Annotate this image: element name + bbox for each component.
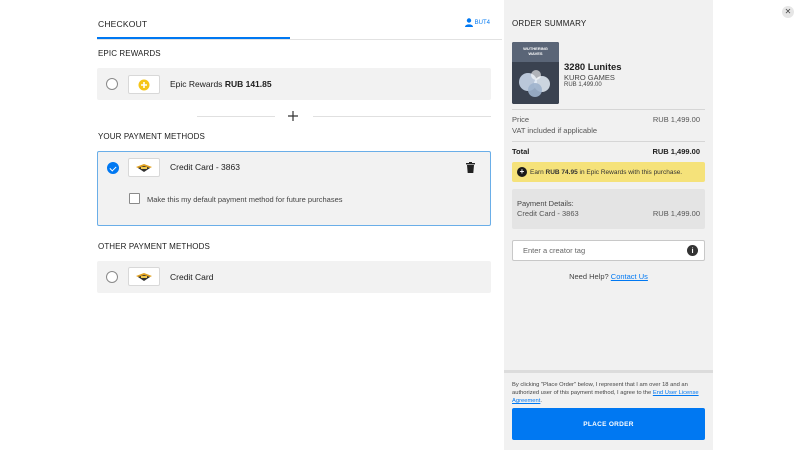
payment-details-row: Credit Card - 3863 RUB 1,499.00 [517,209,700,218]
credit-card-icon [136,272,152,281]
order-summary-panel: ORDER SUMMARY WUTHERING WAVES 3280 Lunit… [504,0,713,450]
default-method-label: Make this my default payment method for … [147,195,343,204]
product-thumbnail: WUTHERING WAVES [512,42,559,104]
help-text: Need Help? [569,272,609,281]
total-value: RUB 1,499.00 [652,147,700,156]
payment-details-label: Payment Details: [517,199,574,208]
product-vendor: KURO GAMES [564,73,615,82]
info-icon[interactable]: i [687,245,698,256]
user-icon [464,18,473,27]
credit-card-icon [136,163,152,172]
divider-line-left [197,116,275,117]
price-value: RUB 1,499.00 [652,115,700,124]
other-methods-section-label: OTHER PAYMENT METHODS [98,242,210,251]
earn-amount: RUB 74.95 [545,168,578,176]
product-price: RUB 1,499.00 [564,82,602,88]
vat-note: VAT included if applicable [512,126,598,135]
summary-divider [512,141,705,142]
epic-rewards-amount: RUB 141.85 [224,79,272,89]
checkout-header: CHECKOUT BUT4 [97,14,502,40]
help-line: Need Help? Contact Us [504,272,713,281]
summary-divider [512,109,705,110]
other-card-radio[interactable] [106,271,118,283]
your-methods-section-label: YOUR PAYMENT METHODS [98,132,205,141]
trash-icon[interactable] [466,162,475,173]
earn-rewards-banner: + Earn RUB 74.95 in Epic Rewards with th… [512,162,705,182]
payment-details-amount: RUB 1,499.00 [652,209,700,218]
total-label: Total [512,147,530,156]
product-name: 3280 Lunites [564,62,622,73]
user-badge[interactable]: BUT4 [464,18,490,27]
checkout-tab-indicator [97,37,290,39]
plus-icon [288,111,298,121]
default-method-checkbox[interactable] [129,193,140,204]
other-card-logo [128,267,160,286]
epic-rewards-label: Epic Rewards [170,79,223,89]
epic-rewards-radio[interactable] [106,78,118,90]
place-order-area: By clicking "Place Order" below, I repre… [504,370,713,450]
checkout-title: CHECKOUT [98,19,148,29]
creator-tag-input[interactable] [512,240,705,261]
contact-us-link[interactable]: Contact Us [611,272,648,281]
close-icon[interactable]: ✕ [782,6,794,18]
payment-panel: CHECKOUT BUT4 EPIC REWARDS Epic Rewards … [97,0,502,450]
svg-text:WAVES: WAVES [528,51,542,56]
product-art-icon: WUTHERING WAVES [512,42,559,104]
price-label: Price [512,115,530,124]
other-card-option[interactable]: Credit Card [97,261,491,293]
payment-details-box: Payment Details: Credit Card - 3863 RUB … [512,189,705,229]
saved-card-logo [128,158,160,177]
total-row: Total RUB 1,499.00 [512,147,700,156]
payment-details-method: Credit Card - 3863 [517,209,579,218]
legal-notice: By clicking "Place Order" below, I repre… [512,382,699,404]
saved-card-radio[interactable] [107,162,119,174]
earn-prefix: Earn [530,168,544,176]
epic-rewards-section-label: EPIC REWARDS [98,49,161,58]
plus-divider [97,108,491,124]
epic-rewards-icon [138,79,150,90]
username: BUT4 [474,19,490,26]
saved-card-label: Credit Card - 3863 [170,162,240,172]
earn-suffix: in Epic Rewards with this purchase. [579,168,683,176]
saved-card-option[interactable]: Credit Card - 3863 Make this my default … [97,151,491,226]
epic-rewards-option[interactable]: Epic Rewards RUB 141.85 [97,68,491,100]
price-row: Price RUB 1,499.00 [512,115,700,124]
epic-rewards-logo [128,75,160,94]
other-card-label: Credit Card [170,272,214,282]
order-summary-title: ORDER SUMMARY [512,19,587,28]
epic-rewards-text: Epic Rewards RUB 141.85 [170,79,272,89]
rewards-plus-icon: + [517,167,527,177]
place-order-button[interactable]: PLACE ORDER [512,408,705,440]
divider-line-right [313,116,491,117]
